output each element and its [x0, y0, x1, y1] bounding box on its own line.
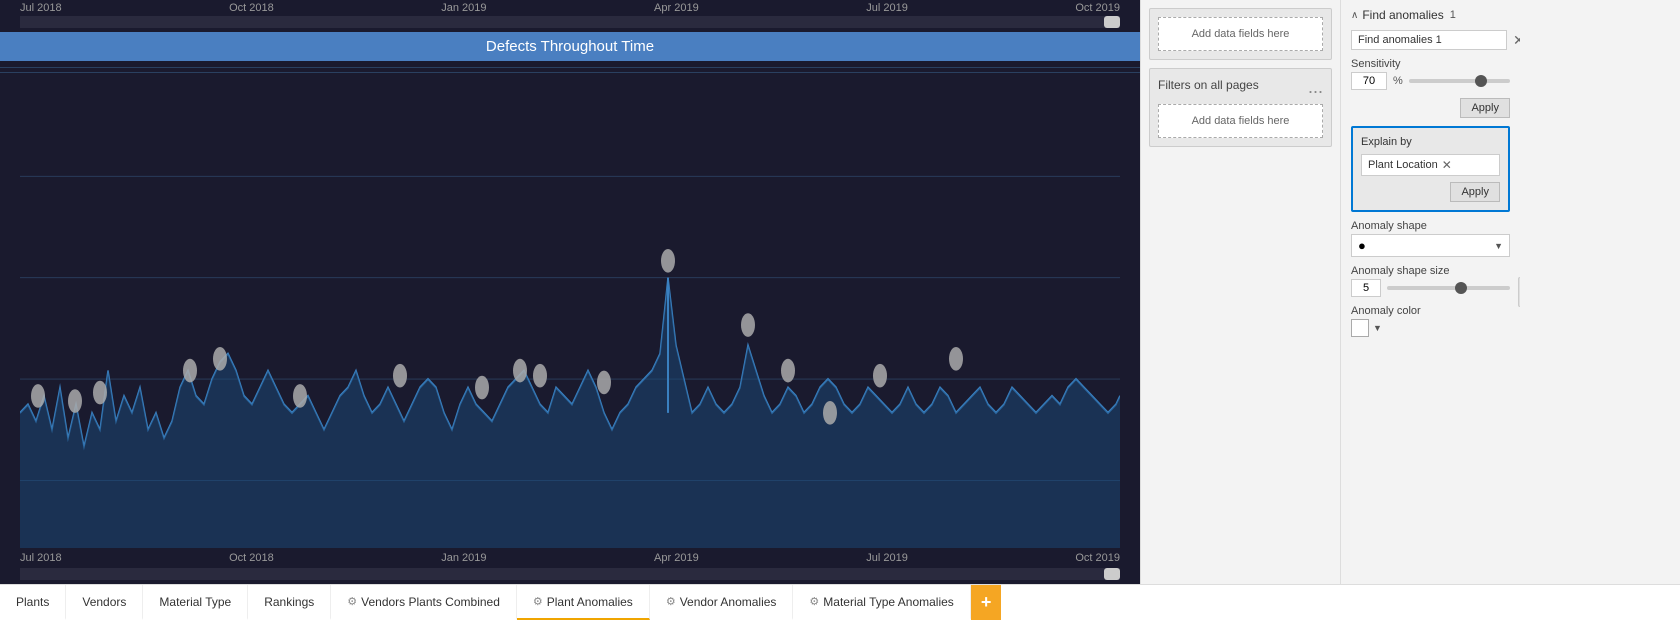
anomaly-close-button[interactable]: ✕	[1511, 32, 1520, 49]
anomaly-name-row: ✕	[1351, 30, 1510, 50]
color-arrow-icon[interactable]: ▼	[1373, 323, 1382, 333]
explain-by-apply-button[interactable]: Apply	[1450, 182, 1500, 202]
tab-plants[interactable]: Plants	[0, 585, 66, 620]
anomaly-size-input[interactable]	[1351, 279, 1381, 297]
anomaly-color-label: Anomaly color	[1351, 305, 1510, 317]
scroll-track-bottom[interactable]	[20, 568, 1120, 580]
filter-section-2: Filters on all pages ... Add data fields…	[1149, 68, 1332, 147]
axis-label-5: Jul 2019	[866, 2, 908, 14]
tab-vendor-anomalies-label: Vendor Anomalies	[680, 595, 777, 609]
explain-by-box: Explain by Plant Location ✕ Apply	[1351, 126, 1510, 212]
tab-material-type[interactable]: Material Type	[143, 585, 248, 620]
anomaly-size-section: Anomaly shape size	[1351, 265, 1510, 297]
chart-title: Defects Throughout Time	[0, 32, 1140, 61]
tab-rankings[interactable]: Rankings	[248, 585, 331, 620]
bottom-axis-label-3: Jan 2019	[441, 552, 486, 564]
anomaly-shape-label: Anomaly shape	[1351, 220, 1510, 232]
color-swatch[interactable]	[1351, 319, 1369, 337]
axis-label-1: Jul 2018	[20, 2, 62, 14]
sensitivity-input[interactable]	[1351, 72, 1387, 90]
right-panels: Add data fields here Filters on all page…	[1140, 0, 1680, 584]
sensitivity-row: %	[1351, 72, 1510, 90]
axis-label-2: Oct 2018	[229, 2, 274, 14]
sensitivity-slider-track[interactable]	[1409, 79, 1510, 83]
anomaly-header-left: ∧ Find anomalies 1	[1351, 8, 1456, 22]
tab-vendors-label: Vendors	[82, 595, 126, 609]
anomaly-count: 1	[1450, 9, 1456, 21]
sensitivity-label: Sensitivity	[1351, 58, 1510, 70]
divider-2	[0, 72, 1140, 73]
anomaly-name-input[interactable]	[1351, 30, 1507, 50]
tab-material-anomalies-label: Material Type Anomalies	[823, 595, 954, 609]
tab-plant-anomalies-label: Plant Anomalies	[547, 595, 633, 609]
tab-bar: Plants Vendors Material Type Rankings ⚙ …	[0, 584, 1680, 620]
filter-section-2-label: Filters on all pages	[1158, 78, 1259, 92]
chart-svg	[20, 75, 1120, 548]
tab-rankings-label: Rankings	[264, 595, 314, 609]
bottom-axis-label-2: Oct 2018	[229, 552, 274, 564]
tab-add-button[interactable]: +	[971, 585, 1002, 620]
size-slider-thumb[interactable]	[1455, 282, 1467, 294]
scroll-track-top[interactable]	[20, 16, 1120, 28]
explain-by-tag-text: Plant Location	[1368, 159, 1438, 171]
tab-material-anomalies[interactable]: ⚙ Material Type Anomalies	[793, 585, 970, 620]
sensitivity-unit: %	[1393, 75, 1403, 87]
anomaly-header: ∧ Find anomalies 1	[1351, 8, 1510, 22]
axis-label-3: Jan 2019	[441, 2, 486, 14]
scroll-thumb-top[interactable]	[1104, 16, 1120, 28]
filter-panel: Add data fields here Filters on all page…	[1140, 0, 1340, 584]
chart-top-axis: Jul 2018 Oct 2018 Jan 2019 Apr 2019 Jul …	[0, 0, 1140, 16]
sensitivity-section: Sensitivity %	[1351, 58, 1510, 90]
tab-vendor-anomalies[interactable]: ⚙ Vendor Anomalies	[650, 585, 794, 620]
axis-label-4: Apr 2019	[654, 2, 699, 14]
filter-section-1: Add data fields here	[1149, 8, 1332, 60]
size-slider-track[interactable]	[1387, 286, 1510, 290]
anomaly-color-section: Anomaly color ▼	[1351, 305, 1510, 337]
tab-vendors[interactable]: Vendors	[66, 585, 143, 620]
expand-handle[interactable]: ›	[1518, 277, 1520, 307]
bottom-axis-label-6: Oct 2019	[1075, 552, 1120, 564]
anomaly-shape-select[interactable]: ● ▼	[1351, 234, 1510, 257]
add-fields-box-1[interactable]: Add data fields here	[1158, 17, 1323, 51]
tab-material-type-label: Material Type	[159, 595, 231, 609]
explain-by-tag-close[interactable]: ✕	[1442, 158, 1452, 172]
sensitivity-slider-thumb[interactable]	[1475, 75, 1487, 87]
tab-vendors-plants[interactable]: ⚙ Vendors Plants Combined	[331, 585, 517, 620]
shape-size-row	[1351, 279, 1510, 297]
color-box-row: ▼	[1351, 319, 1510, 337]
tab-vendors-plants-label: Vendors Plants Combined	[361, 595, 500, 609]
bottom-axis-label-1: Jul 2018	[20, 552, 62, 564]
anomaly-shape-section: Anomaly shape ● ▼	[1351, 220, 1510, 257]
tab-plant-anomalies-icon: ⚙	[533, 595, 543, 608]
bottom-axis-label-4: Apr 2019	[654, 552, 699, 564]
anomaly-size-label: Anomaly shape size	[1351, 265, 1510, 277]
explain-by-tag: Plant Location ✕	[1361, 154, 1500, 176]
filter-more-button[interactable]: ...	[1308, 77, 1323, 98]
chart-bottom-axis: Jul 2018 Oct 2018 Jan 2019 Apr 2019 Jul …	[0, 548, 1140, 568]
anomaly-title: Find anomalies	[1362, 8, 1443, 22]
axis-label-6: Oct 2019	[1075, 2, 1120, 14]
shape-select-arrow-icon: ▼	[1494, 241, 1503, 251]
tab-vendor-anomalies-icon: ⚙	[666, 595, 676, 608]
tab-vendors-plants-icon: ⚙	[347, 595, 357, 608]
chart-area: Jul 2018 Oct 2018 Jan 2019 Apr 2019 Jul …	[0, 0, 1140, 584]
add-fields-box-2[interactable]: Add data fields here	[1158, 104, 1323, 138]
bottom-axis-label-5: Jul 2019	[866, 552, 908, 564]
sensitivity-apply-button[interactable]: Apply	[1460, 98, 1510, 118]
tab-material-anomalies-icon: ⚙	[809, 595, 819, 608]
anomaly-panel: › ∧ Find anomalies 1 ✕ Sensitivity %	[1340, 0, 1520, 584]
tab-plant-anomalies[interactable]: ⚙ Plant Anomalies	[517, 585, 650, 620]
divider-1	[0, 67, 1140, 68]
chevron-icon: ∧	[1351, 10, 1358, 21]
anomaly-shape-value: ●	[1358, 238, 1366, 253]
explain-by-label: Explain by	[1361, 136, 1500, 148]
chart-svg-area	[0, 75, 1140, 548]
tab-plants-label: Plants	[16, 595, 49, 609]
scroll-thumb-bottom[interactable]	[1104, 568, 1120, 580]
